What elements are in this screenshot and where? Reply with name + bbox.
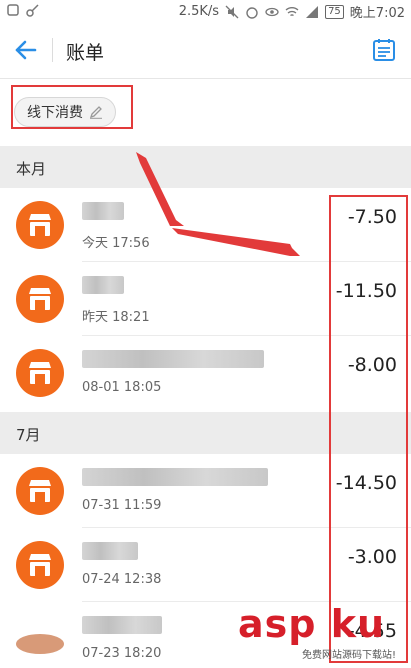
section-header: 本月 — [0, 146, 411, 188]
watermark-logo: asp ku 免费网站源码下载站! — [236, 602, 411, 663]
section-title: 7月 — [16, 426, 41, 444]
store-icon — [16, 541, 64, 589]
bill-list-icon[interactable] — [371, 37, 397, 63]
alarm-icon — [246, 6, 258, 19]
store-icon — [16, 349, 64, 397]
merchant-name-blurred — [82, 468, 268, 486]
battery-level: 75 — [325, 4, 344, 19]
watermark-subtext: 免费网站源码下载站! — [302, 650, 397, 661]
section-title: 本月 — [16, 160, 47, 178]
signal-icon — [306, 5, 319, 18]
merchant-name-blurred — [82, 616, 162, 634]
network-speed: 2.5K/s — [178, 4, 220, 19]
item-time: 今天 17:56 — [82, 236, 150, 251]
clock: 晚上7:02 — [349, 6, 405, 21]
eye-icon — [265, 7, 279, 16]
merchant-name-blurred — [82, 542, 138, 560]
page-title: 账单 — [66, 42, 105, 64]
item-time: 07-24 12:38 — [82, 572, 162, 587]
merchant-name-blurred — [82, 202, 124, 220]
notification-icon — [7, 4, 19, 16]
title-divider — [52, 38, 53, 62]
status-bar: 2.5K/s 75 晚上7:02 — [0, 0, 411, 22]
wifi-icon — [285, 6, 299, 16]
chip-highlight-box — [11, 85, 133, 129]
store-icon — [16, 467, 64, 515]
item-time: 07-23 18:20 — [82, 646, 162, 661]
item-time: 07-31 11:59 — [82, 498, 162, 513]
watermark-text: asp ku — [238, 602, 386, 646]
store-icon — [16, 634, 64, 654]
app-bar: 账单 — [0, 22, 411, 79]
merchant-name-blurred — [82, 350, 264, 368]
mute-icon — [225, 5, 239, 18]
store-icon — [16, 201, 64, 249]
item-time: 08-01 18:05 — [82, 380, 162, 395]
merchant-name-blurred — [82, 276, 124, 294]
item-time: 昨天 18:21 — [82, 310, 150, 325]
key-icon — [26, 4, 39, 17]
arrow-left-icon[interactable] — [12, 36, 40, 64]
store-icon — [16, 275, 64, 323]
amount-highlight-box — [329, 195, 408, 663]
